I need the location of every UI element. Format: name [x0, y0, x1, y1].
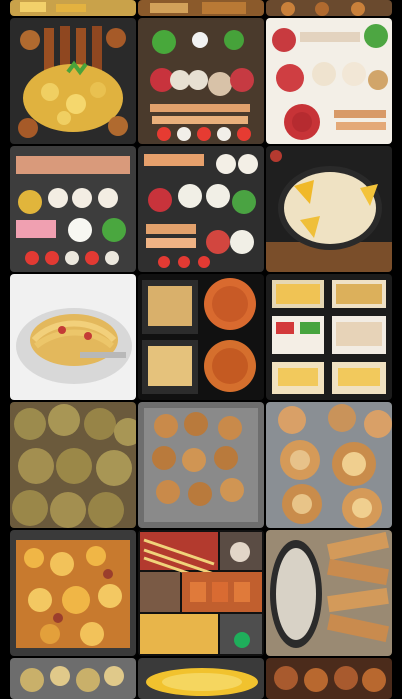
food-image	[138, 658, 264, 699]
food-image	[138, 146, 264, 272]
gallery-tile[interactable]	[10, 530, 136, 656]
gallery-tile[interactable]	[266, 146, 392, 272]
image-grid	[0, 0, 402, 699]
badge-icon	[234, 632, 250, 648]
food-image	[10, 146, 136, 272]
gallery-tile[interactable]	[10, 18, 136, 144]
food-image	[266, 18, 392, 144]
food-image	[266, 146, 392, 272]
gallery-tile[interactable]	[10, 274, 136, 400]
gallery-tile[interactable]	[266, 18, 392, 144]
gallery-tile[interactable]	[138, 402, 264, 528]
food-image	[138, 0, 264, 16]
gallery-tile[interactable]	[138, 18, 264, 144]
food-image	[138, 402, 264, 528]
gallery-tile[interactable]	[138, 530, 264, 656]
gallery-tile[interactable]	[266, 658, 392, 699]
food-image	[138, 530, 264, 656]
food-image	[266, 0, 392, 16]
food-image	[10, 18, 136, 144]
food-image	[10, 402, 136, 528]
food-image	[10, 530, 136, 656]
gallery-tile[interactable]	[10, 146, 136, 272]
gallery-tile[interactable]	[138, 658, 264, 699]
food-image	[10, 0, 136, 16]
gallery-tile[interactable]	[10, 0, 136, 16]
food-image	[266, 402, 392, 528]
gallery-tile[interactable]	[266, 274, 392, 400]
gallery-tile[interactable]	[138, 0, 264, 16]
food-image	[138, 274, 264, 400]
food-image	[10, 658, 136, 699]
food-image	[266, 274, 392, 400]
gallery-tile[interactable]	[266, 530, 392, 656]
food-image	[10, 274, 136, 400]
gallery-tile[interactable]	[10, 658, 136, 699]
food-image	[266, 658, 392, 699]
gallery-tile[interactable]	[266, 0, 392, 16]
food-image	[266, 530, 392, 656]
food-image	[138, 18, 264, 144]
gallery-tile[interactable]	[138, 146, 264, 272]
gallery-tile[interactable]	[10, 402, 136, 528]
gallery-tile[interactable]	[138, 274, 264, 400]
gallery-tile[interactable]	[266, 402, 392, 528]
